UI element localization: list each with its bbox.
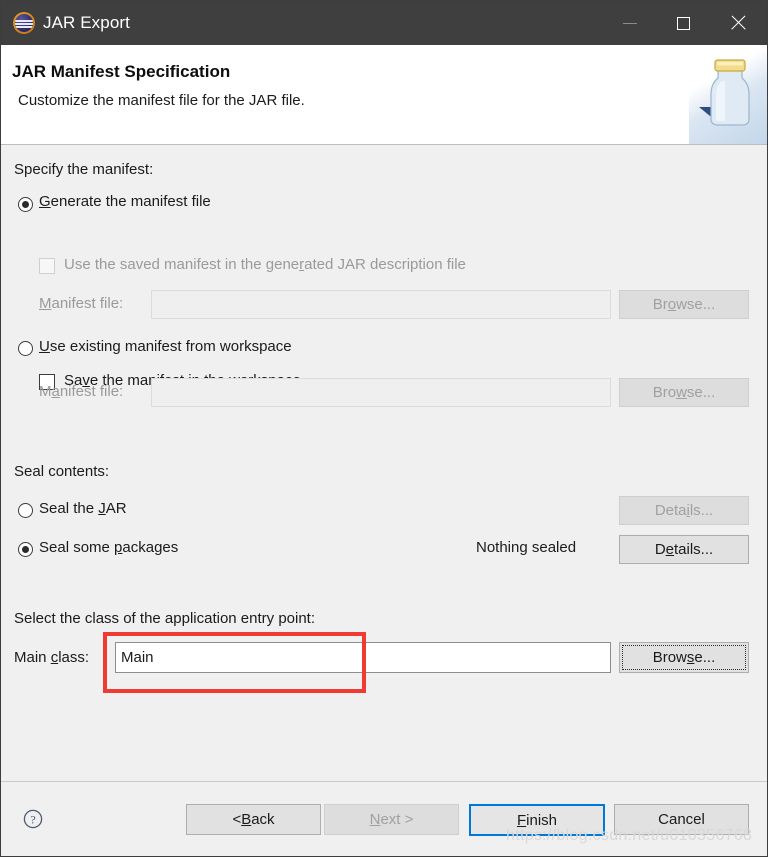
radio-generate-manifest[interactable] xyxy=(18,197,33,212)
checkbox-use-saved-manifest xyxy=(39,258,55,274)
radio-seal-jar-label: Seal the JAR xyxy=(39,500,127,517)
main-class-browse-button[interactable]: Brow s e... xyxy=(619,642,749,673)
minimize-button[interactable] xyxy=(603,1,657,45)
radio-use-existing-manifest[interactable] xyxy=(18,341,33,356)
existing-manifest-file-label: Manifest file: xyxy=(39,383,124,400)
dialog-content: Specify the manifest: Generate the manif… xyxy=(1,145,767,781)
dialog-footer: ? < Back Next > Finish Cancel xyxy=(1,781,767,856)
dialog-header: JAR Manifest Specification Customize the… xyxy=(1,45,767,145)
main-class-label: Main class: xyxy=(14,649,90,666)
seal-status-text: Nothing sealed xyxy=(476,539,577,556)
radio-seal-jar[interactable] xyxy=(18,503,33,518)
minimize-icon xyxy=(623,22,637,24)
existing-manifest-file-input xyxy=(151,378,611,407)
radio-seal-some-packages-label: Seal some packages xyxy=(39,539,179,556)
window-controls xyxy=(603,1,767,45)
window-title-bar: JAR Export xyxy=(1,1,767,45)
back-button[interactable]: < Back xyxy=(186,804,321,835)
next-button: Next > xyxy=(324,804,459,835)
finish-button[interactable]: Finish xyxy=(469,804,605,836)
main-class-input[interactable]: Main xyxy=(115,642,611,673)
generated-manifest-browse-button: Br o wse... xyxy=(619,290,749,319)
seal-packages-details-button[interactable]: De tails... xyxy=(619,535,749,564)
seal-jar-details-button: Deta i ls... xyxy=(619,496,749,525)
cancel-button[interactable]: Cancel xyxy=(614,804,749,835)
jar-export-dialog: JAR Export JAR Manifest Specification Cu… xyxy=(0,0,768,857)
existing-manifest-browse-button: Bro w se... xyxy=(619,378,749,407)
checkbox-use-saved-manifest-label: Use the saved manifest in the generated … xyxy=(64,256,466,273)
seal-contents-label: Seal contents: xyxy=(14,463,110,480)
close-icon xyxy=(730,15,746,31)
radio-generate-manifest-label: Generate the manifest file xyxy=(39,193,211,210)
page-description: Customize the manifest file for the JAR … xyxy=(18,92,305,109)
maximize-button[interactable] xyxy=(657,1,709,45)
page-title: JAR Manifest Specification xyxy=(12,62,231,81)
jar-bottle-glyph xyxy=(699,59,750,126)
radio-use-existing-manifest-label: Use existing manifest from workspace xyxy=(39,338,292,355)
generated-manifest-file-label: Manifest file: xyxy=(39,295,124,312)
window-title: JAR Export xyxy=(43,13,130,32)
generated-manifest-file-input xyxy=(151,290,611,319)
jar-bottle-icon xyxy=(689,45,767,144)
eclipse-icon xyxy=(13,12,35,34)
help-question-icon[interactable]: ? xyxy=(23,809,43,829)
svg-text:?: ? xyxy=(30,813,35,827)
radio-seal-some-packages[interactable] xyxy=(18,542,33,557)
close-button[interactable] xyxy=(709,1,767,45)
maximize-icon xyxy=(676,16,690,30)
specify-manifest-label: Specify the manifest: xyxy=(14,161,154,178)
entry-point-label: Select the class of the application entr… xyxy=(14,610,316,627)
